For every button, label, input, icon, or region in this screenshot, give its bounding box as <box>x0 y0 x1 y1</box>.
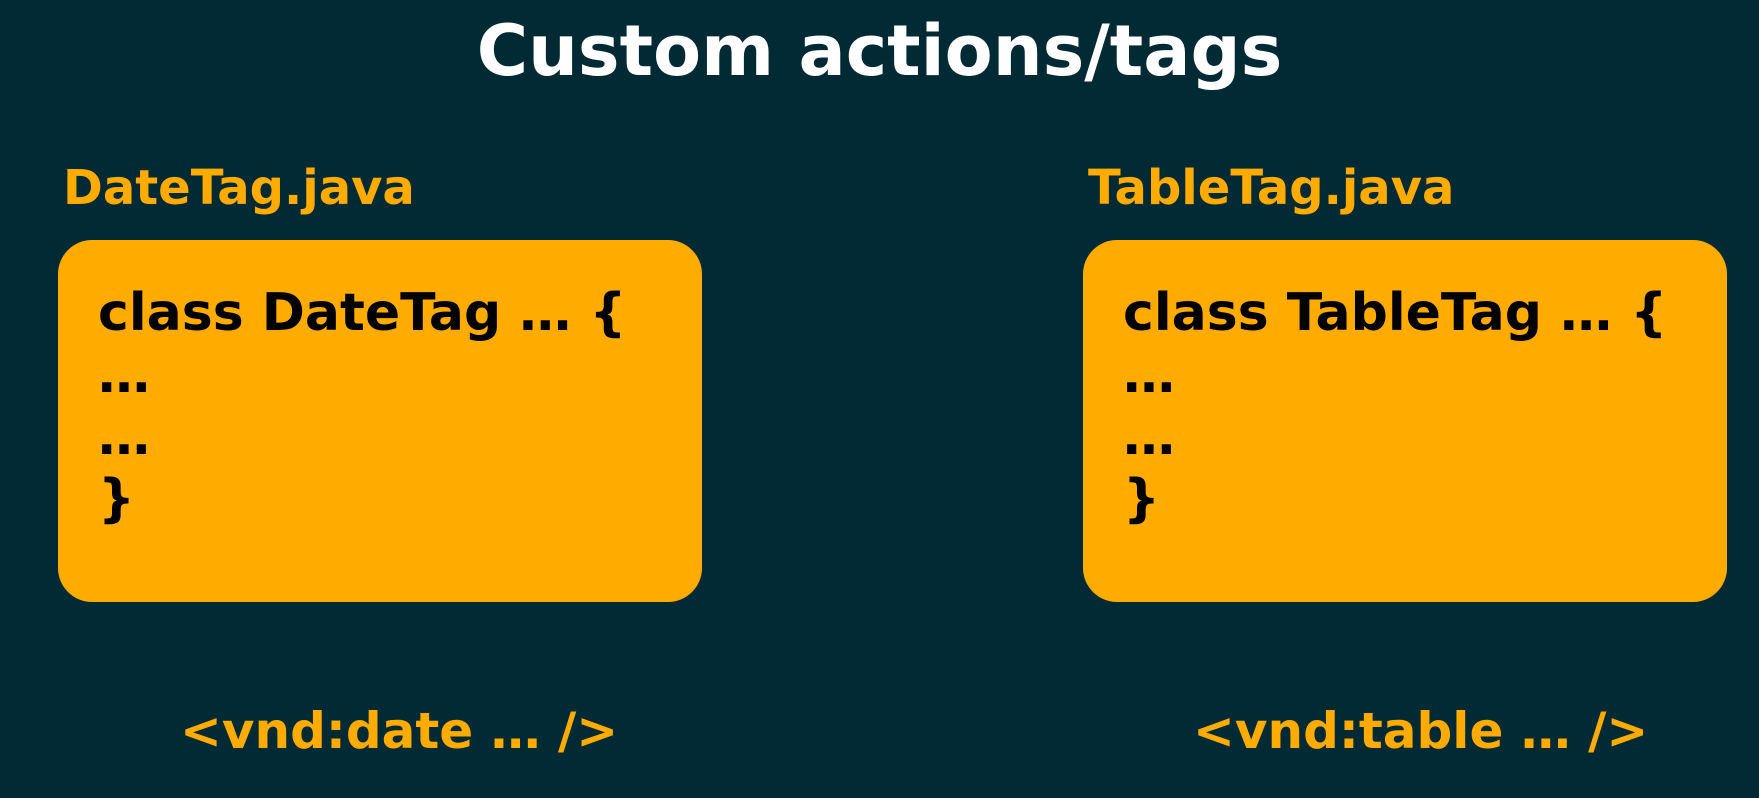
right-code-line: } <box>1123 469 1161 529</box>
left-code-line: … <box>98 407 150 467</box>
slide-title: Custom actions/tags <box>476 10 1283 92</box>
left-tag-label: <vnd:date … /> <box>180 702 619 760</box>
left-code-line: class DateTag … { <box>98 283 627 343</box>
right-code-box: class TableTag … { … … } <box>1083 240 1727 602</box>
right-file-label: TableTag.java <box>1088 160 1455 216</box>
left-code-box: class DateTag … { … … } <box>58 240 702 602</box>
right-code-line: class TableTag … { <box>1123 283 1668 343</box>
right-code-line: … <box>1123 407 1175 467</box>
left-code-line: … <box>98 345 150 405</box>
right-tag-label: <vnd:table … /> <box>1193 702 1649 760</box>
left-code-line: } <box>98 469 136 529</box>
left-file-label: DateTag.java <box>63 160 415 216</box>
right-code-line: … <box>1123 345 1175 405</box>
